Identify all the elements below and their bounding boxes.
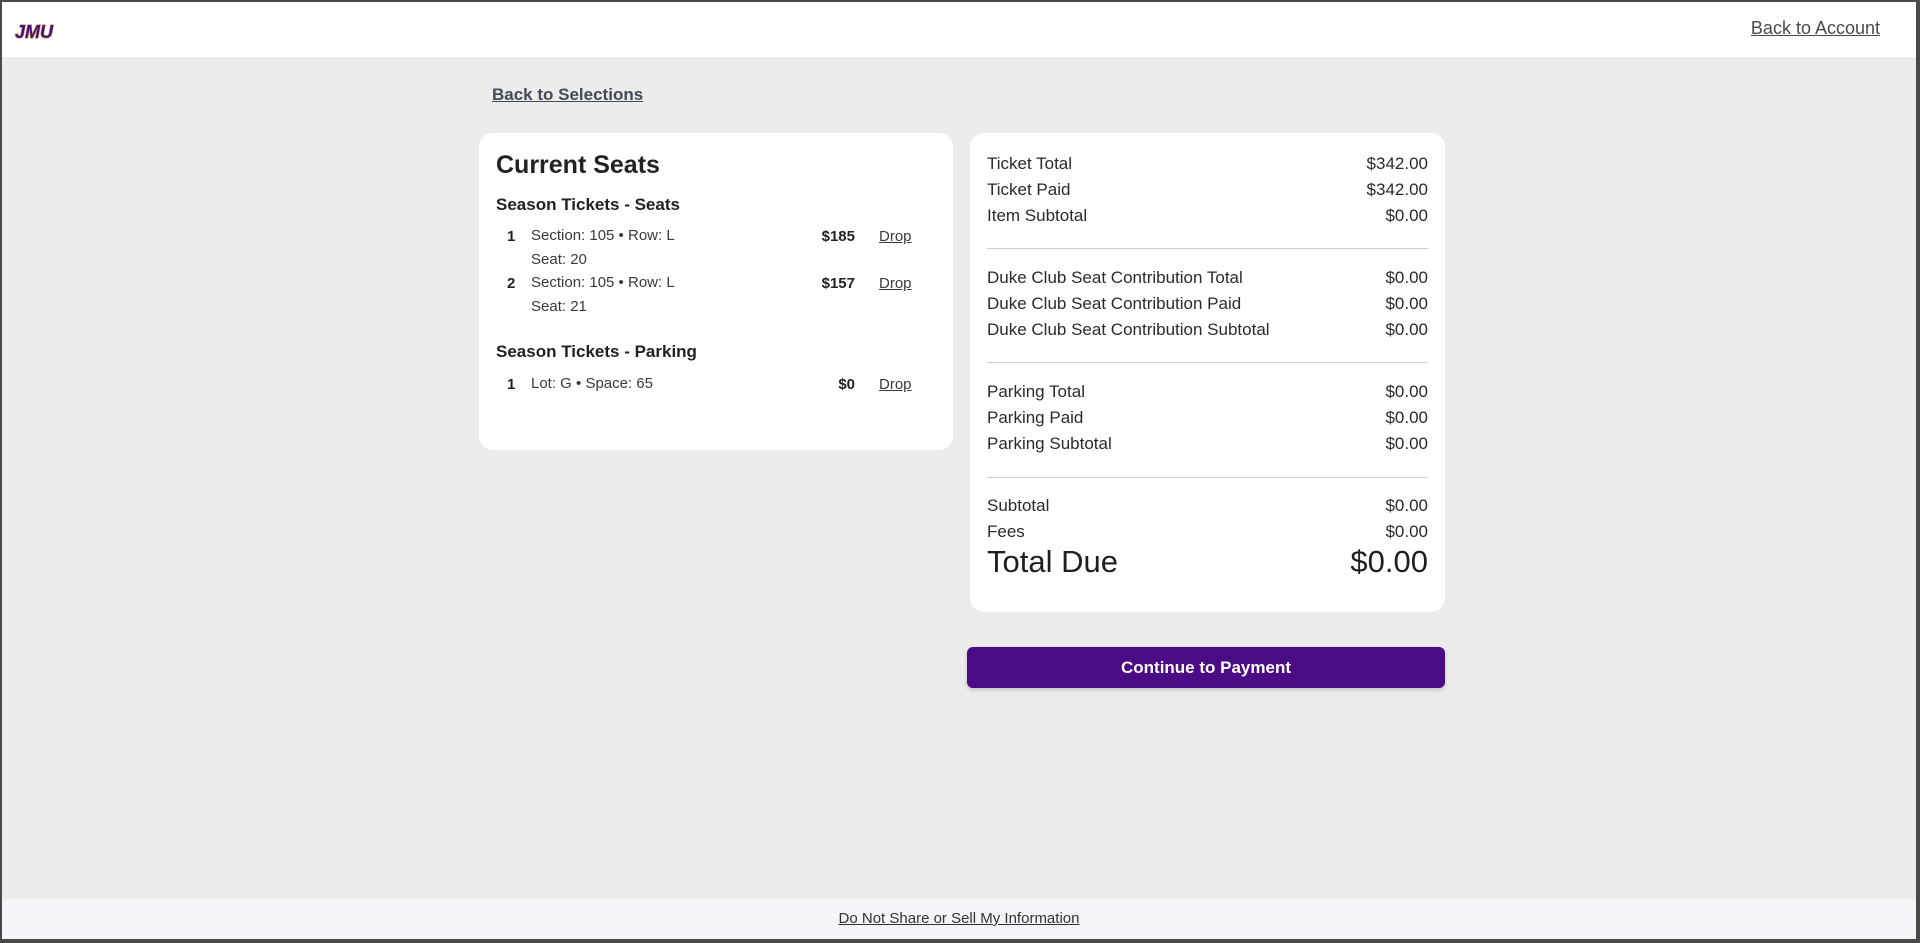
summary-value: $0.00 [1385, 206, 1428, 225]
jmu-logo[interactable]: JMU [14, 21, 70, 43]
seat-drop-link[interactable]: Drop [879, 228, 912, 245]
do-not-sell-link[interactable]: Do Not Share or Sell My Information [839, 910, 1080, 927]
parking-item-number: 1 [507, 376, 516, 393]
summary-value: $0.00 [1385, 268, 1428, 287]
summary-row: Fees $0.00 [987, 522, 1428, 546]
summary-row: Ticket Total $342.00 [987, 154, 1428, 178]
summary-label: Duke Club Seat Contribution Subtotal [987, 320, 1270, 339]
summary-row: Subtotal $0.00 [987, 496, 1428, 520]
logo-text: JMU [15, 22, 54, 42]
summary-value: $0.00 [1385, 382, 1428, 401]
seat-item-number: 1 [507, 228, 516, 245]
seat-item-price: $157 [821, 275, 855, 292]
seat-item-location: Section: 105 • Row: L [531, 274, 675, 291]
summary-row: Parking Subtotal $0.00 [987, 434, 1428, 458]
parking-drop-link[interactable]: Drop [879, 376, 912, 393]
summary-value: $0.00 [1385, 522, 1428, 541]
summary-label: Duke Club Seat Contribution Paid [987, 294, 1242, 313]
total-due-label: Total Due [987, 544, 1118, 579]
seat-item-number: 2 [507, 275, 516, 292]
summary-row: Ticket Paid $342.00 [987, 180, 1428, 204]
summary-label: Parking Total [987, 382, 1085, 401]
browser-viewport: JMU Back to Account Back to Selections C… [0, 0, 1920, 943]
seat-drop-link[interactable]: Drop [879, 275, 912, 292]
seat-item-seat: Seat: 20 [531, 251, 587, 268]
summary-value: $0.00 [1385, 408, 1428, 427]
top-bar: JMU Back to Account [2, 2, 1916, 57]
seat-item-location: Section: 105 • Row: L [531, 227, 675, 244]
summary-label: Parking Subtotal [987, 434, 1112, 453]
parking-group-title: Season Tickets - Parking [496, 342, 697, 361]
summary-row: Item Subtotal $0.00 [987, 206, 1428, 230]
summary-label: Parking Paid [987, 408, 1084, 427]
current-seats-title: Current Seats [496, 151, 660, 179]
seat-item-seat: Seat: 21 [531, 298, 587, 315]
summary-label: Duke Club Seat Contribution Total [987, 268, 1243, 287]
summary-divider [987, 248, 1428, 249]
summary-label: Fees [987, 522, 1025, 541]
seat-group-title: Season Tickets - Seats [496, 195, 680, 214]
summary-value: $0.00 [1385, 294, 1428, 313]
summary-value: $0.00 [1385, 434, 1428, 453]
summary-divider [987, 362, 1428, 363]
summary-label: Item Subtotal [987, 206, 1088, 225]
footer: Do Not Share or Sell My Information [2, 899, 1916, 939]
summary-row: Duke Club Seat Contribution Paid $0.00 [987, 294, 1428, 318]
summary-row: Parking Total $0.00 [987, 382, 1428, 406]
summary-label: Subtotal [987, 496, 1050, 515]
summary-value: $0.00 [1385, 496, 1428, 515]
summary-row: Parking Paid $0.00 [987, 408, 1428, 432]
summary-divider [987, 477, 1428, 478]
order-summary-card: Ticket Total $342.00 Ticket Paid $342.00… [970, 133, 1445, 612]
summary-row: Duke Club Seat Contribution Subtotal $0.… [987, 320, 1428, 344]
summary-value: $342.00 [1366, 154, 1428, 173]
parking-item-location: Lot: G • Space: 65 [531, 375, 653, 392]
continue-to-payment-button[interactable]: Continue to Payment [967, 647, 1445, 688]
total-due-row: Total Due $0.00 [987, 544, 1428, 584]
summary-row: Duke Club Seat Contribution Total $0.00 [987, 268, 1428, 292]
parking-item-price: $0 [838, 376, 855, 393]
current-seats-card: Current Seats Season Tickets - Seats 1 S… [479, 133, 953, 450]
back-to-account-link[interactable]: Back to Account [1751, 18, 1880, 39]
summary-label: Ticket Paid [987, 180, 1071, 199]
seat-item-price: $185 [821, 228, 855, 245]
summary-value: $0.00 [1385, 320, 1428, 339]
back-to-selections-link[interactable]: Back to Selections [492, 85, 643, 105]
summary-label: Ticket Total [987, 154, 1073, 173]
summary-value: $342.00 [1366, 180, 1428, 199]
footer-link-wrap: Do Not Share or Sell My Information [2, 910, 1916, 927]
total-due-value: $0.00 [1350, 544, 1428, 579]
